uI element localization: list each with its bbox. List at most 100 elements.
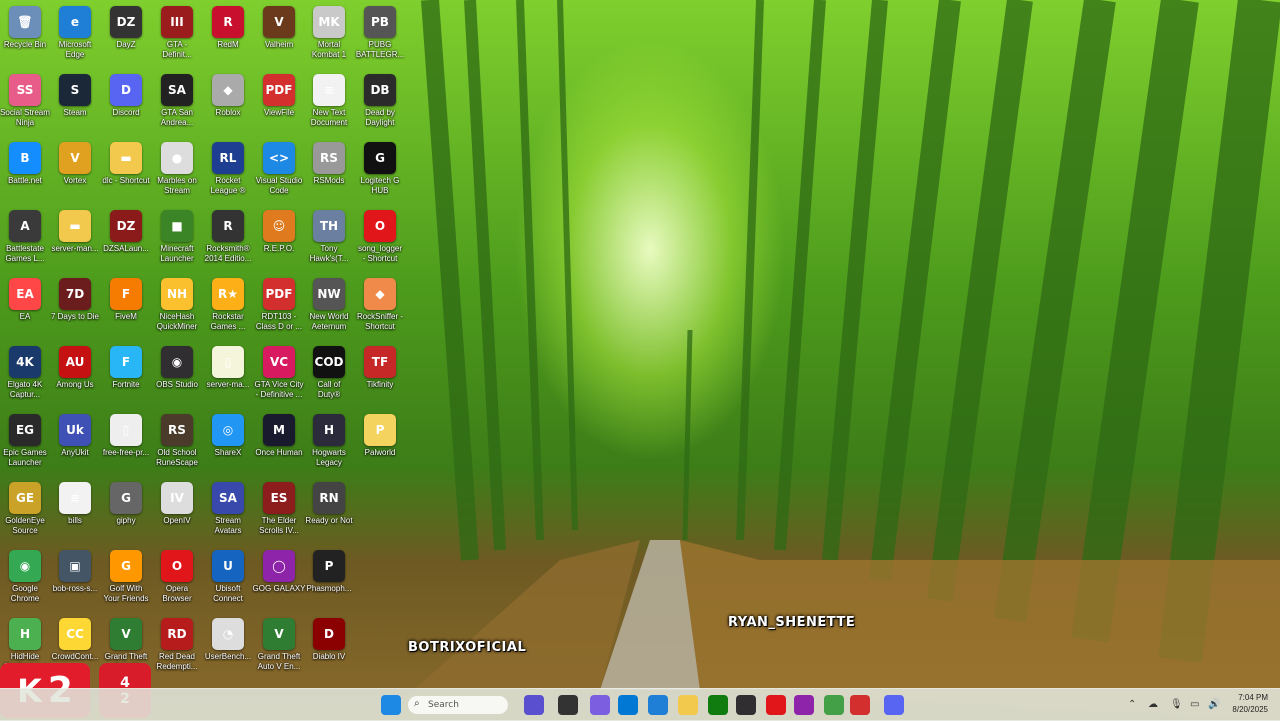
desktop-icon[interactable]: TF Tikfinity bbox=[355, 342, 405, 410]
desktop-icon[interactable]: O Opera Browser bbox=[152, 546, 202, 614]
desktop-icon[interactable]: RL Rocket League ® bbox=[203, 138, 253, 206]
desktop-icon[interactable]: ▯ free-free-pr... bbox=[101, 410, 151, 478]
desktop-icon[interactable]: F Fortnite bbox=[101, 342, 151, 410]
desktop-icon[interactable]: U Ubisoft Connect bbox=[203, 546, 253, 614]
cloud-icon[interactable]: ☁ bbox=[1148, 699, 1160, 711]
desktop-icon[interactable]: III GTA - Definit... bbox=[152, 2, 202, 70]
desktop-icon[interactable]: DZ DayZ bbox=[101, 2, 151, 70]
desktop-icon[interactable]: ◯ GOG GALAXY bbox=[253, 546, 305, 614]
desktop-icon[interactable]: ◆ RockSniffer - Shortcut bbox=[355, 274, 405, 342]
start-icon[interactable] bbox=[381, 695, 401, 715]
desktop-icon[interactable]: D Discord bbox=[101, 70, 151, 138]
desktop-icon[interactable]: <> Visual Studio Code bbox=[254, 138, 304, 206]
desktop-icon[interactable]: ◎ ShareX bbox=[203, 410, 253, 478]
microphone-icon[interactable]: 🎙 bbox=[1170, 699, 1183, 711]
desktop-icon[interactable]: R Rocksmith® 2014 Editio... bbox=[203, 206, 253, 274]
discord-icon[interactable] bbox=[884, 695, 904, 715]
text-app-icon[interactable] bbox=[850, 695, 870, 715]
desktop-icon[interactable]: S Steam bbox=[50, 70, 100, 138]
desktop-icon[interactable]: ◉ OBS Studio bbox=[152, 342, 202, 410]
copilot-app-icon[interactable] bbox=[590, 695, 610, 715]
desktop-icon[interactable]: V Vortex bbox=[50, 138, 100, 206]
desktop-icon[interactable]: AU Among Us bbox=[50, 342, 100, 410]
app-icon: ◉ bbox=[161, 346, 193, 378]
app-icon: P bbox=[364, 414, 396, 446]
desktop-icon[interactable]: R RedM bbox=[203, 2, 253, 70]
desktop-icon[interactable]: ES The Elder Scrolls IV... bbox=[254, 478, 304, 546]
desktop-icon[interactable]: RS RSMods bbox=[304, 138, 354, 206]
desktop-icon[interactable]: B Battle.net bbox=[0, 138, 50, 206]
file-explorer-icon[interactable] bbox=[678, 695, 698, 715]
desktop-icon[interactable]: RD Red Dead Redempti... bbox=[152, 614, 202, 682]
desktop-icon[interactable]: PDF ViewFile bbox=[254, 70, 304, 138]
desktop-icon[interactable]: RS Old School RuneScape bbox=[152, 410, 202, 478]
desktop-icon[interactable]: ≡ bills bbox=[50, 478, 100, 546]
xbox-icon[interactable] bbox=[708, 695, 728, 715]
desktop-icon[interactable]: MK Mortal Kombat 1 bbox=[304, 2, 354, 70]
desktop-icon[interactable]: Ggiphy bbox=[101, 478, 151, 546]
desktop-icon[interactable]: ■ Minecraft Launcher bbox=[152, 206, 202, 274]
desktop-icon[interactable]: SA Stream Avatars bbox=[203, 478, 253, 546]
edge-icon[interactable] bbox=[648, 695, 668, 715]
desktop-icon[interactable]: PB PUBG BATTLEGR... bbox=[355, 2, 405, 70]
desktop-icon[interactable]: V Valheim bbox=[254, 2, 304, 70]
desktop-icon[interactable]: ▬ server-man... bbox=[50, 206, 100, 274]
desktop-icon[interactable]: e Microsoft Edge bbox=[50, 2, 100, 70]
desktop-icon[interactable]: P Phasmoph... bbox=[304, 546, 354, 614]
desktop-icon[interactable]: ☺ R.E.P.O. bbox=[254, 206, 304, 274]
desktop-icon[interactable]: EA EA bbox=[0, 274, 50, 342]
task-view-icon[interactable] bbox=[558, 695, 578, 715]
desktop-icon[interactable]: DZ DZSALaun... bbox=[101, 206, 151, 274]
app-icon[interactable] bbox=[794, 695, 814, 715]
desktop-icon[interactable]: RN Ready or Not bbox=[304, 478, 354, 546]
desktop-icon[interactable]: IV OpenIV bbox=[152, 478, 202, 546]
desktop-icon[interactable]: NW New World Aeternum bbox=[304, 274, 354, 342]
search-box[interactable]: Search bbox=[408, 696, 508, 714]
desktop-icon[interactable]: Uk AnyUkit bbox=[50, 410, 100, 478]
desktop-icon[interactable]: ▯ server-ma... bbox=[203, 342, 253, 410]
speaker-icon[interactable]: 🔊 bbox=[1208, 699, 1220, 711]
desktop-icon[interactable]: Osong_logger - Shortcut bbox=[355, 206, 405, 274]
desktop-icon[interactable]: EG Epic Games Launcher bbox=[0, 410, 50, 478]
copilot-icon[interactable] bbox=[524, 695, 544, 715]
desktop-icon[interactable]: P Palworld bbox=[355, 410, 405, 478]
store-icon[interactable] bbox=[618, 695, 638, 715]
system-clock[interactable]: 7:04 PM 8/20/2025 bbox=[1232, 692, 1268, 716]
desktop-icon[interactable]: 🗑 Recycle Bin bbox=[0, 2, 50, 70]
desktop-icon[interactable]: PDF RDT103 - Class D or ... bbox=[254, 274, 304, 342]
desktop-icon[interactable]: G Logitech G HUB bbox=[355, 138, 405, 206]
desktop-icon[interactable]: SA GTA San Andrea... bbox=[152, 70, 202, 138]
chevron-up-icon[interactable]: ⌃ bbox=[1128, 699, 1140, 711]
desktop-icon[interactable]: ◔ UserBench... bbox=[203, 614, 253, 682]
obs-icon[interactable] bbox=[736, 695, 756, 715]
desktop-icon[interactable]: ▬ dlc - Shortcut bbox=[101, 138, 151, 206]
desktop-icon[interactable]: 7D 7 Days to Die bbox=[50, 274, 100, 342]
desktop-icon[interactable]: ≡ New Text Document bbox=[304, 70, 354, 138]
desktop-icon[interactable]: ▣ bob-ross-s... bbox=[50, 546, 100, 614]
app-icon: B bbox=[9, 142, 41, 174]
desktop-icon[interactable]: G Golf With Your Friends bbox=[101, 546, 151, 614]
desktop-icon[interactable]: GE GoldenEye Source bbox=[0, 478, 50, 546]
desktop-icon[interactable]: 4K Elgato 4K Captur... bbox=[0, 342, 50, 410]
desktop-icon[interactable]: M Once Human bbox=[254, 410, 304, 478]
desktop-icon[interactable]: COD Call of Duty® bbox=[304, 342, 354, 410]
network-icon[interactable]: ▭ bbox=[1190, 699, 1202, 711]
desktop-icon[interactable]: TH Tony Hawk's(T... bbox=[304, 206, 354, 274]
desktop-icon[interactable]: R★ Rockstar Games ... bbox=[203, 274, 253, 342]
desktop-icon[interactable]: V Grand Theft Auto V En... bbox=[254, 614, 304, 682]
desktop-icon[interactable]: F FiveM bbox=[101, 274, 151, 342]
desktop-icon[interactable]: D Diablo IV bbox=[304, 614, 354, 682]
desktop-icon[interactable]: DB Dead by Daylight bbox=[355, 70, 405, 138]
desktop-icon[interactable]: NH NiceHash QuickMiner bbox=[152, 274, 202, 342]
desktop-icon[interactable]: SS Social Stream Ninja bbox=[0, 70, 50, 138]
opera-icon[interactable] bbox=[766, 695, 786, 715]
desktop-icon[interactable]: ● Marbles on Stream bbox=[152, 138, 202, 206]
desktop-icon[interactable]: A Battlestate Games L... bbox=[0, 206, 50, 274]
desktop-icon[interactable]: ◆ Roblox bbox=[203, 70, 253, 138]
app-icon: ◆ bbox=[364, 278, 396, 310]
desktop-icon[interactable]: H Hogwarts Legacy bbox=[304, 410, 354, 478]
desktop-icon[interactable]: VC GTA Vice City - Definitive ... bbox=[254, 342, 304, 410]
desktop-icon[interactable]: ◉ Google Chrome bbox=[0, 546, 50, 614]
games-icon[interactable] bbox=[824, 695, 844, 715]
desktop-icon-label: Valheim bbox=[264, 40, 294, 49]
